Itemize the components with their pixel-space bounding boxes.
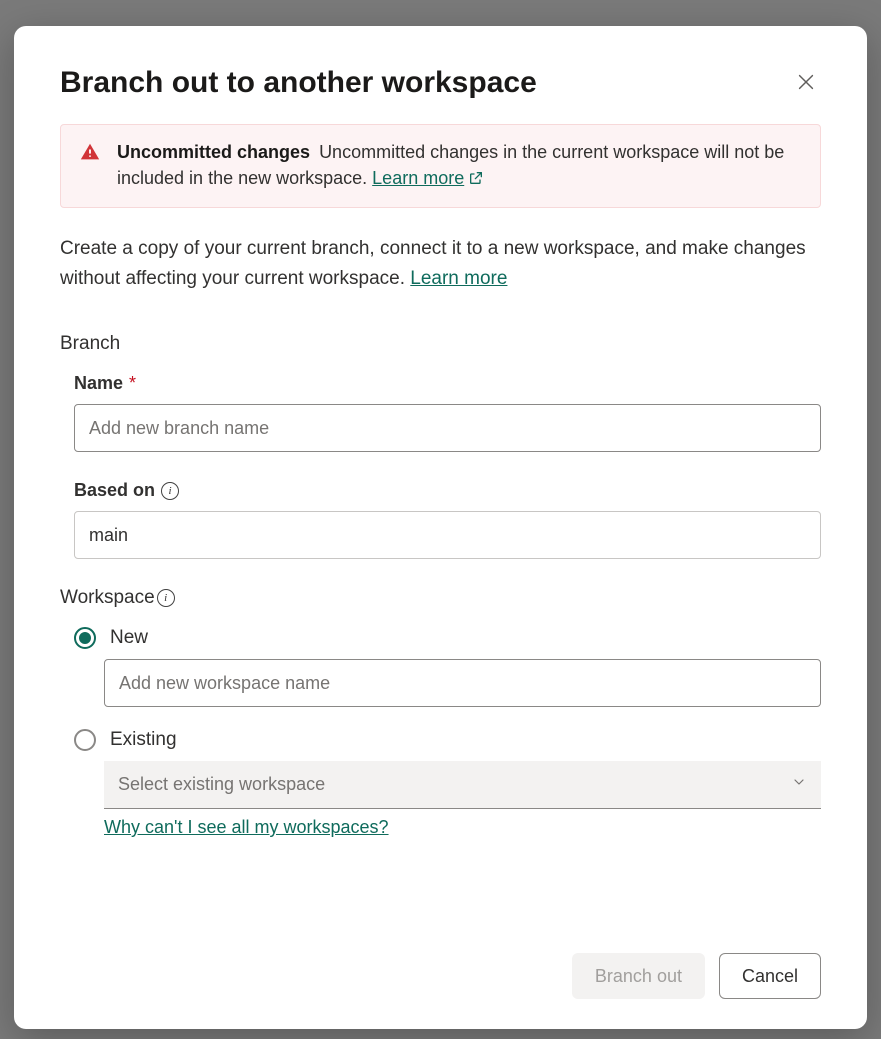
existing-workspace-placeholder: Select existing workspace [118,774,325,795]
info-icon[interactable]: i [161,482,179,500]
alert-text: Uncommitted changes Uncommitted changes … [117,139,802,193]
branch-name-input[interactable] [74,404,821,452]
new-workspace-name-input[interactable] [104,659,821,707]
alert-learn-more-link[interactable]: Learn more [372,168,484,188]
workspace-section-label: Workspacei [60,587,821,609]
workspace-section: Workspacei New Existing Select existing … [60,587,821,860]
branch-section-label: Branch [60,333,821,355]
radio-existing[interactable] [74,729,96,751]
dialog-description: Create a copy of your current branch, co… [60,234,821,293]
chevron-down-icon [791,774,807,795]
description-learn-more-link[interactable]: Learn more [410,268,507,289]
why-cant-see-link[interactable]: Why can't I see all my workspaces? [104,817,389,838]
based-on-field: Based on i [60,480,821,559]
workspace-new-label: New [110,627,148,649]
radio-new[interactable] [74,627,96,649]
workspace-existing-label: Existing [110,729,177,751]
branch-name-label: Name [74,373,123,394]
external-link-icon [468,167,484,193]
dialog-header: Branch out to another workspace [60,66,821,100]
uncommitted-changes-alert: Uncommitted changes Uncommitted changes … [60,124,821,208]
existing-workspace-select: Select existing workspace [104,761,821,809]
warning-icon [79,141,101,163]
workspace-new-option: New [60,627,821,707]
workspace-existing-option: Existing Select existing workspace Why c… [60,729,821,838]
close-icon [795,81,817,96]
close-button[interactable] [791,67,821,100]
based-on-label: Based on [74,480,155,501]
info-icon[interactable]: i [157,589,175,607]
required-indicator: * [129,373,136,394]
branch-section: Branch Name * Based on i [60,333,821,587]
branch-out-dialog: Branch out to another workspace Uncommit… [14,26,867,1029]
dialog-footer: Branch out Cancel [60,953,821,999]
based-on-input [74,511,821,559]
alert-heading: Uncommitted changes [117,142,310,162]
branch-name-field: Name * [60,373,821,452]
branch-out-button[interactable]: Branch out [572,953,705,999]
cancel-button[interactable]: Cancel [719,953,821,999]
dialog-title: Branch out to another workspace [60,66,537,100]
